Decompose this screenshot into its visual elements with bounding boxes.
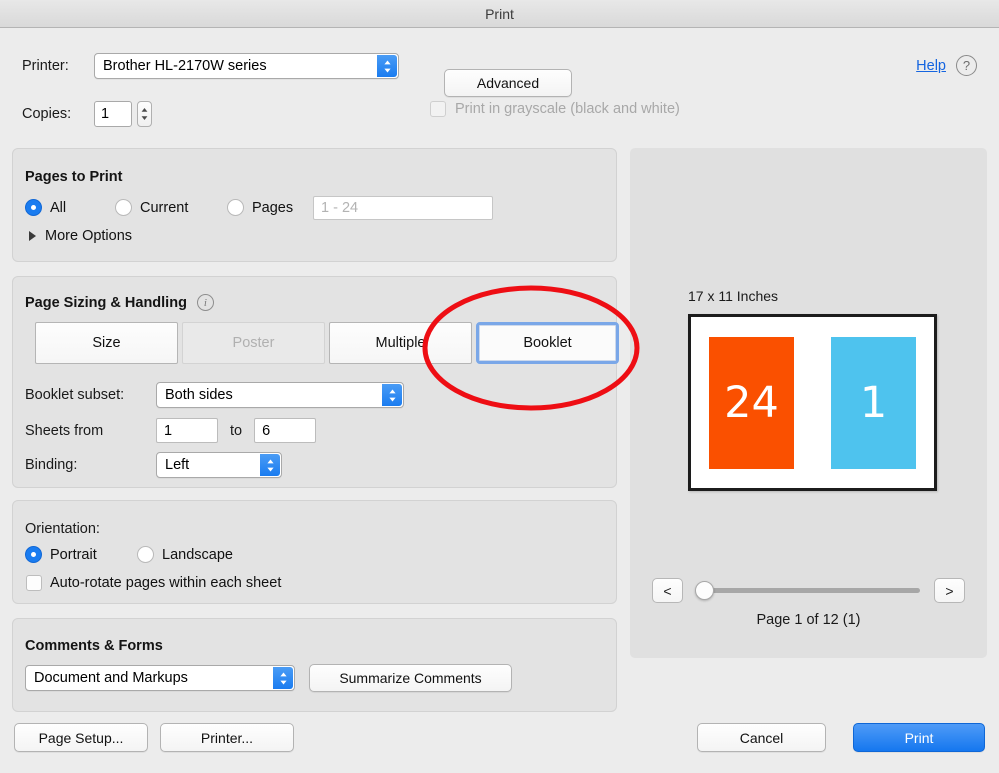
grayscale-label: Print in grayscale (black and white) [455, 101, 680, 117]
printer-label: Printer: [22, 58, 69, 74]
printer-select-value: Brother HL-2170W series [103, 58, 267, 74]
page-setup-button[interactable]: Page Setup... [14, 723, 148, 752]
pages-to-print-title: Pages to Print [25, 169, 123, 185]
radio-current[interactable]: Current [115, 199, 188, 216]
sheets-from-label: Sheets from [25, 422, 104, 439]
sheets-from-input[interactable]: 1 [156, 418, 218, 443]
question-mark-circle-icon[interactable]: ? [956, 55, 977, 76]
cancel-button[interactable]: Cancel [697, 723, 826, 752]
booklet-subset-value: Both sides [165, 387, 233, 403]
preview-next-button[interactable]: > [934, 578, 965, 603]
preview-page-left: 24 [709, 337, 794, 469]
radio-landscape-indicator [137, 546, 154, 563]
page-sizing-group: Page Sizing & Handling i Size Poster Mul… [12, 276, 619, 488]
autorotate-label: Auto-rotate pages within each sheet [50, 575, 282, 591]
radio-all-indicator [25, 199, 42, 216]
radio-pages-label: Pages [252, 199, 294, 216]
preview-slider-knob[interactable] [695, 581, 714, 600]
info-circle-icon[interactable]: i [196, 294, 214, 311]
sizing-mode-size[interactable]: Size [35, 322, 178, 364]
preview-page-right: 1 [831, 337, 916, 469]
chevron-updown-icon [260, 454, 280, 476]
comments-select-value: Document and Markups [34, 670, 188, 686]
radio-portrait-label: Portrait [50, 546, 97, 563]
page-sizing-header: Page Sizing & Handling i [25, 294, 214, 311]
advanced-button[interactable]: Advanced [444, 69, 572, 97]
sheets-to-input[interactable]: 6 [254, 418, 317, 443]
radio-current-label: Current [140, 199, 189, 216]
comments-forms-group: Comments & Forms Document and Markups Su… [12, 618, 617, 712]
preview-prev-button[interactable]: < [652, 578, 683, 603]
radio-portrait[interactable]: Portrait [25, 546, 97, 563]
sheets-range-row: Sheets from 1 to 6 [25, 418, 317, 443]
sizing-mode-booklet[interactable]: Booklet [476, 322, 619, 364]
window-title: Print [485, 5, 514, 22]
summarize-comments-button[interactable]: Summarize Comments [309, 664, 512, 692]
help-link[interactable]: Help [916, 58, 946, 74]
radio-all-label: All [50, 199, 67, 216]
print-button[interactable]: Print [853, 723, 985, 752]
binding-row: Binding: Left [25, 452, 282, 478]
binding-label: Binding: [25, 457, 78, 473]
binding-value: Left [165, 457, 190, 473]
radio-pages-indicator [227, 199, 244, 216]
chevron-updown-icon [377, 55, 397, 77]
comments-select[interactable]: Document and Markups [25, 665, 295, 691]
titlebar: Print [0, 0, 999, 28]
print-dialog-window: Print Printer: Brother HL-2170W series A… [0, 0, 999, 773]
more-options-disclosure[interactable]: More Options [29, 228, 132, 244]
sizing-mode-segmented-control: Size Poster Multiple Booklet [35, 322, 623, 364]
grayscale-checkbox[interactable] [430, 101, 446, 117]
printer-button[interactable]: Printer... [160, 723, 294, 752]
radio-pages[interactable]: Pages [227, 199, 293, 216]
sheets-to-label: to [230, 422, 243, 439]
radio-landscape-label: Landscape [162, 546, 233, 563]
sizing-mode-multiple[interactable]: Multiple [329, 322, 472, 364]
printer-select[interactable]: Brother HL-2170W series [94, 53, 399, 79]
sizing-mode-poster: Poster [182, 322, 325, 364]
pages-to-print-group: Pages to Print All Current Pages 1 - 24 … [12, 148, 617, 262]
radio-all[interactable]: All [25, 199, 66, 216]
copies-row: Copies: 1 [22, 101, 152, 127]
dialog-footer: Page Setup... Printer... Cancel Print [0, 718, 999, 773]
booklet-subset-select[interactable]: Both sides [156, 382, 404, 408]
orientation-title: Orientation: [25, 521, 100, 537]
copies-input[interactable]: 1 [94, 101, 132, 127]
preview-paper-size: 17 x 11 Inches [688, 288, 779, 304]
autorotate-checkbox[interactable] [26, 575, 42, 591]
preview-navigation: < > [652, 578, 965, 603]
binding-select[interactable]: Left [156, 452, 282, 478]
preview-slider-track[interactable] [695, 581, 920, 600]
autorotate-row[interactable]: Auto-rotate pages within each sheet [26, 575, 281, 591]
radio-current-indicator [115, 199, 132, 216]
help-area: Help ? [916, 55, 977, 76]
radio-portrait-indicator [25, 546, 42, 563]
comments-controls-row: Document and Markups Summarize Comments [25, 664, 512, 692]
page-sizing-title: Page Sizing & Handling [25, 294, 187, 311]
preview-page-right-number: 1 [859, 378, 888, 428]
chevron-updown-icon [382, 384, 402, 406]
printer-row: Printer: Brother HL-2170W series Advance… [22, 53, 572, 97]
booklet-subset-row: Booklet subset: Both sides [25, 382, 404, 408]
printer-settings-area: Printer: Brother HL-2170W series Advance… [12, 37, 987, 137]
preview-sheet: 24 1 [688, 314, 937, 491]
triangle-right-icon [29, 231, 36, 241]
orientation-group: Orientation: Portrait Landscape Auto-rot… [12, 500, 617, 604]
grayscale-row: Print in grayscale (black and white) [430, 101, 680, 117]
pages-range-input[interactable]: 1 - 24 [313, 196, 493, 220]
print-preview-panel: 17 x 11 Inches 24 1 < > Page 1 of 12 (1) [630, 148, 987, 658]
copies-stepper[interactable] [137, 101, 152, 127]
booklet-subset-label: Booklet subset: [25, 387, 125, 403]
preview-page-left-number: 24 [724, 378, 779, 428]
copies-label: Copies: [22, 106, 72, 122]
chevron-updown-icon [273, 667, 293, 689]
preview-page-indicator: Page 1 of 12 (1) [756, 612, 861, 628]
more-options-label: More Options [45, 228, 133, 244]
radio-landscape[interactable]: Landscape [137, 546, 233, 563]
comments-forms-title: Comments & Forms [25, 638, 163, 654]
